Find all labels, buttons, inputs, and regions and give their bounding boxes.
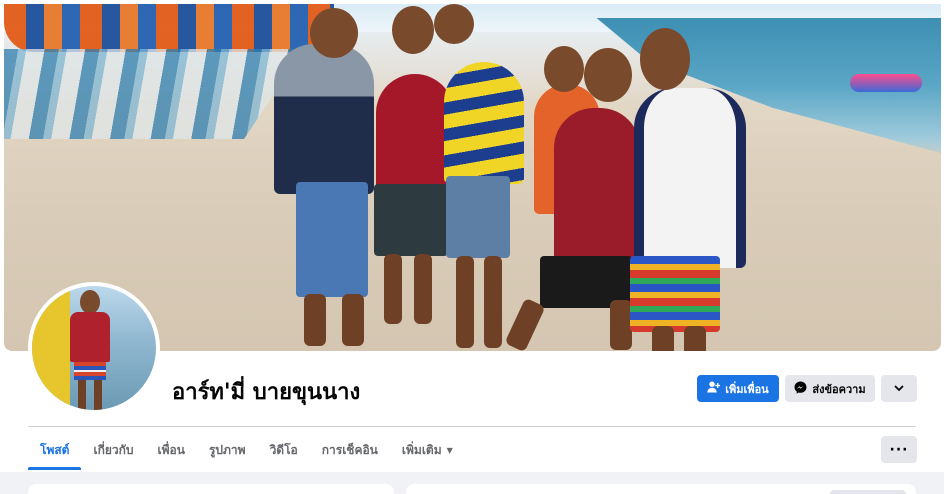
message-button[interactable]: ส่งข้อความ xyxy=(785,375,875,402)
cover-person-jeans-shorts xyxy=(446,176,510,258)
cover-person-leg xyxy=(484,256,502,348)
cover-person-grey-jeans xyxy=(296,182,368,297)
tab-checkins[interactable]: การเช็คอิน xyxy=(310,430,390,470)
tab-photos-label: รูปภาพ xyxy=(208,442,246,457)
cover-person-dark-shorts xyxy=(374,184,448,256)
cover-person-leg xyxy=(304,294,326,346)
cover-umbrellas xyxy=(4,4,334,52)
tab-photos[interactable]: รูปภาพ xyxy=(197,430,258,470)
tab-friends-label: เพื่อน xyxy=(157,442,185,457)
avatar-yellow-wall xyxy=(32,286,70,410)
cover-person-head xyxy=(544,46,584,92)
tab-about[interactable]: เกี่ยวกับ xyxy=(81,430,145,470)
tab-checkins-label: การเช็คอิน xyxy=(321,442,378,457)
cover-person-leg xyxy=(414,254,432,324)
profile-divider xyxy=(28,426,916,427)
tab-posts-label: โพสต์ xyxy=(40,442,70,457)
message-label: ส่งข้อความ xyxy=(812,382,866,396)
profile-name: อาร์ท'มี่ บายขุนนาง xyxy=(172,380,361,405)
avatar-shirt xyxy=(70,312,110,362)
ellipsis-icon: ··· xyxy=(889,441,909,458)
cover-person-striped-shorts xyxy=(630,256,720,332)
cover-person-head xyxy=(584,48,632,102)
tab-videos[interactable]: วิดีโอ xyxy=(258,430,310,470)
cover-person-white-jersey xyxy=(634,88,746,268)
tab-more-label: เพิ่มเติม xyxy=(401,442,442,457)
tab-friends[interactable]: เพื่อน xyxy=(146,430,197,470)
cover-person-head xyxy=(434,4,474,44)
avatar-leg xyxy=(94,380,102,410)
cover-person-yellow-jersey xyxy=(444,62,524,184)
more-options-button[interactable]: ··· xyxy=(881,436,917,463)
cover-person-head xyxy=(640,28,690,90)
cover-inflatable-boat xyxy=(850,74,922,92)
cover-person-red-shirt xyxy=(376,74,454,192)
cover-person-leg xyxy=(504,297,546,351)
tab-posts[interactable]: โพสต์ xyxy=(28,430,82,470)
tab-about-label: เกี่ยวกับ xyxy=(93,442,134,457)
profile-picture[interactable] xyxy=(28,282,160,414)
cover-person-head xyxy=(392,6,434,54)
avatar-shorts xyxy=(74,362,106,380)
cover-person-leg xyxy=(610,300,632,350)
cover-person-leg xyxy=(384,254,402,324)
person-plus-icon xyxy=(707,381,721,396)
tab-videos-label: วิดีโอ xyxy=(269,442,298,457)
cover-person-leg xyxy=(684,326,706,351)
chevron-down-icon xyxy=(894,382,904,395)
cover-person-grey-sweater xyxy=(274,44,374,194)
profile-tabs: โพสต์ เกี่ยวกับ เพื่อน รูปภาพ วิดีโอ การ… xyxy=(28,430,465,470)
cover-person-leg xyxy=(652,326,674,351)
cover-beach-chairs xyxy=(4,49,304,139)
avatar-leg xyxy=(78,380,86,410)
cover-photo[interactable] xyxy=(4,4,941,351)
messenger-icon xyxy=(794,381,807,397)
add-friend-label: เพิ่มเพื่อน xyxy=(725,382,769,396)
tab-more[interactable]: เพิ่มเติม ▼ xyxy=(390,430,465,470)
cover-person-maroon-shirt xyxy=(554,108,640,268)
avatar-head xyxy=(80,290,100,314)
intro-card xyxy=(28,484,394,494)
cover-person-leg xyxy=(456,256,474,348)
filters-button[interactable] xyxy=(830,490,906,494)
caret-down-icon: ▼ xyxy=(446,445,453,455)
cover-person-head xyxy=(310,8,358,58)
profile-options-dropdown[interactable] xyxy=(881,375,917,402)
add-friend-button[interactable]: เพิ่มเพื่อน xyxy=(697,375,779,402)
cover-person-leg xyxy=(342,294,364,346)
